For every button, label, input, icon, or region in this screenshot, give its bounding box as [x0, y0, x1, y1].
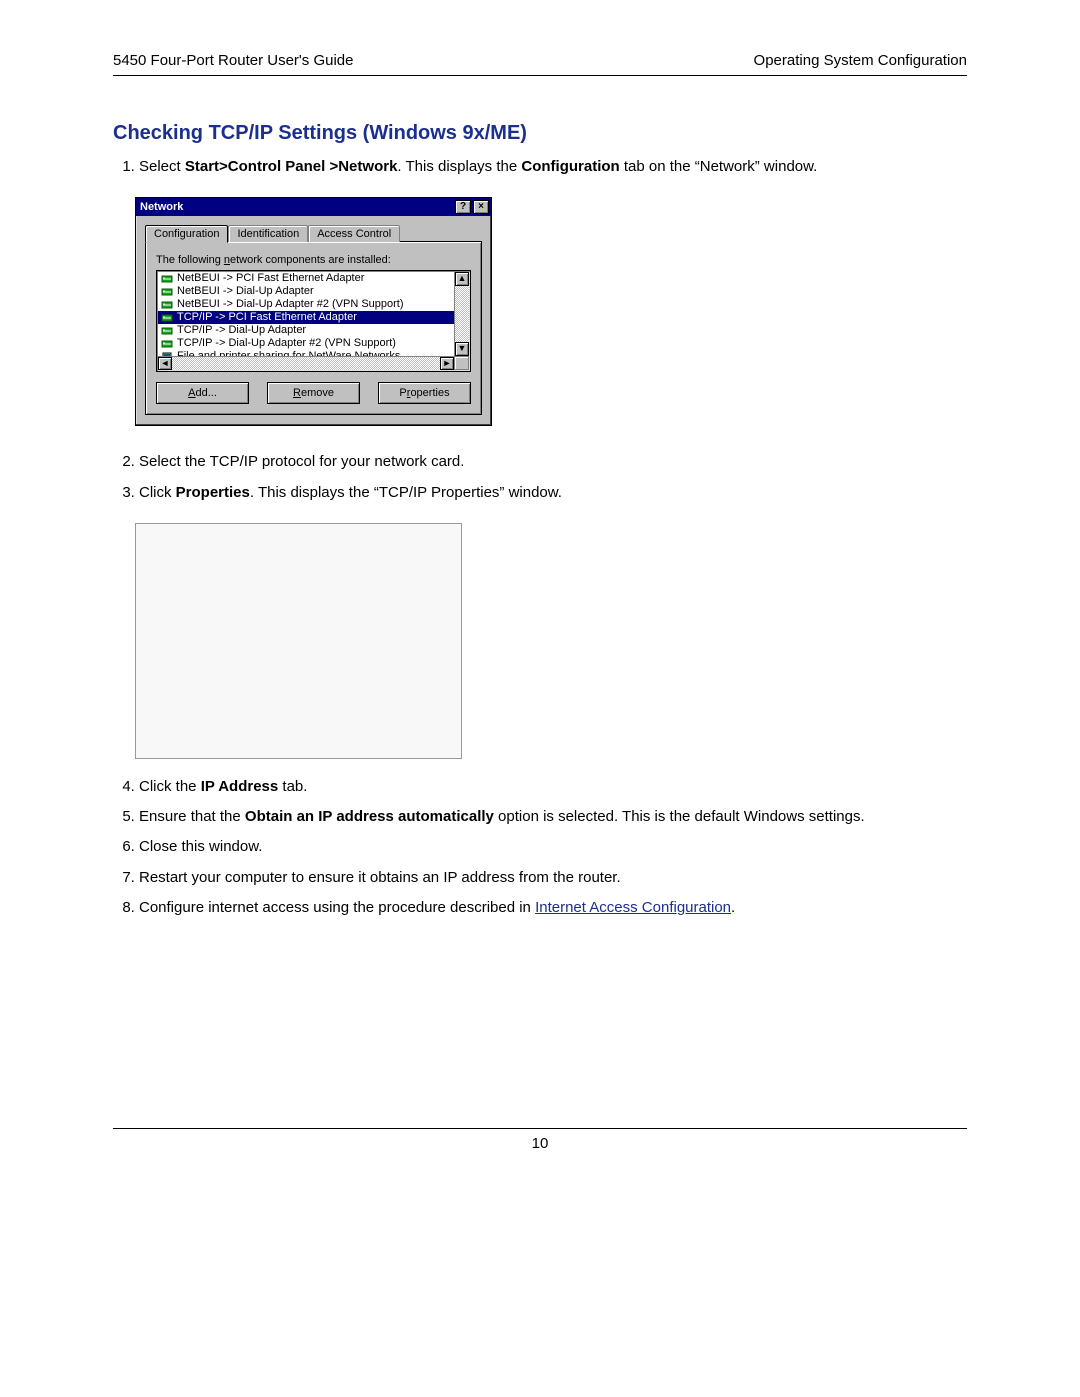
page-number: 10: [532, 1135, 549, 1152]
add-button[interactable]: Add...: [156, 382, 249, 404]
section-heading: Checking TCP/IP Settings (Windows 9x/ME): [113, 122, 967, 145]
properties-button[interactable]: Properties: [378, 382, 471, 404]
list-item[interactable]: NetBEUI -> Dial-Up Adapter #2 (VPN Suppo…: [158, 298, 454, 311]
step-1: Select Start>Control Panel >Network. Thi…: [139, 157, 967, 177]
help-icon: ?: [460, 201, 466, 212]
listbox-label: The following network components are ins…: [156, 254, 471, 266]
list-item[interactable]: NetBEUI -> PCI Fast Ethernet Adapter: [158, 272, 454, 285]
protocol-icon: [160, 286, 174, 298]
protocol-icon: [160, 273, 174, 285]
list-item-label: NetBEUI -> Dial-Up Adapter #2 (VPN Suppo…: [177, 298, 404, 311]
list-item-label: NetBEUI -> Dial-Up Adapter: [177, 285, 314, 298]
list-item-label: TCP/IP -> Dial-Up Adapter: [177, 324, 306, 337]
step-4: Click the IP Address tab.: [139, 777, 967, 797]
scroll-up-icon[interactable]: ▲: [455, 272, 469, 286]
step-5: Ensure that the Obtain an IP address aut…: [139, 807, 967, 827]
help-button[interactable]: ?: [455, 200, 471, 214]
step-2: Select the TCP/IP protocol for your netw…: [139, 452, 967, 472]
step-6: Close this window.: [139, 837, 967, 857]
tab-identification[interactable]: Identification: [228, 225, 308, 242]
network-dialog-screenshot: Network ? × Configuration Identification…: [135, 197, 492, 426]
page-footer: 10: [113, 1128, 967, 1152]
step-7: Restart your computer to ensure it obtai…: [139, 868, 967, 888]
list-item-label: NetBEUI -> PCI Fast Ethernet Adapter: [177, 272, 364, 285]
scroll-corner: [454, 356, 469, 370]
vertical-scrollbar[interactable]: ▲ ▼: [454, 272, 469, 356]
protocol-icon: [160, 325, 174, 337]
list-item[interactable]: TCP/IP -> PCI Fast Ethernet Adapter: [158, 311, 454, 324]
close-icon: ×: [478, 201, 484, 212]
dialog-title: Network: [140, 201, 183, 213]
protocol-icon: [160, 299, 174, 311]
list-item-label: TCP/IP -> Dial-Up Adapter #2 (VPN Suppor…: [177, 337, 396, 350]
components-listbox[interactable]: NetBEUI -> PCI Fast Ethernet AdapterNetB…: [156, 270, 471, 372]
scroll-down-icon[interactable]: ▼: [455, 342, 469, 356]
tcpip-properties-screenshot-placeholder: [135, 523, 462, 759]
page-header: 5450 Four-Port Router User's Guide Opera…: [113, 52, 967, 76]
step-8: Configure internet access using the proc…: [139, 898, 967, 918]
remove-button[interactable]: Remove: [267, 382, 360, 404]
list-item[interactable]: TCP/IP -> Dial-Up Adapter #2 (VPN Suppor…: [158, 337, 454, 350]
scroll-right-icon[interactable]: ►: [440, 357, 454, 370]
header-right: Operating System Configuration: [754, 52, 967, 69]
step-3: Click Properties. This displays the “TCP…: [139, 483, 967, 503]
scroll-left-icon[interactable]: ◄: [158, 357, 172, 370]
list-item-label: TCP/IP -> PCI Fast Ethernet Adapter: [177, 311, 357, 324]
protocol-icon: [160, 312, 174, 324]
list-item[interactable]: TCP/IP -> Dial-Up Adapter: [158, 324, 454, 337]
dialog-titlebar[interactable]: Network ? ×: [136, 198, 491, 216]
list-item[interactable]: NetBEUI -> Dial-Up Adapter: [158, 285, 454, 298]
tab-configuration[interactable]: Configuration: [145, 225, 228, 243]
tab-access-control[interactable]: Access Control: [308, 225, 400, 242]
header-left: 5450 Four-Port Router User's Guide: [113, 52, 353, 69]
internet-access-configuration-link[interactable]: Internet Access Configuration: [535, 899, 731, 916]
close-button[interactable]: ×: [473, 200, 489, 214]
protocol-icon: [160, 338, 174, 350]
horizontal-scrollbar[interactable]: ◄ ►: [158, 356, 454, 370]
